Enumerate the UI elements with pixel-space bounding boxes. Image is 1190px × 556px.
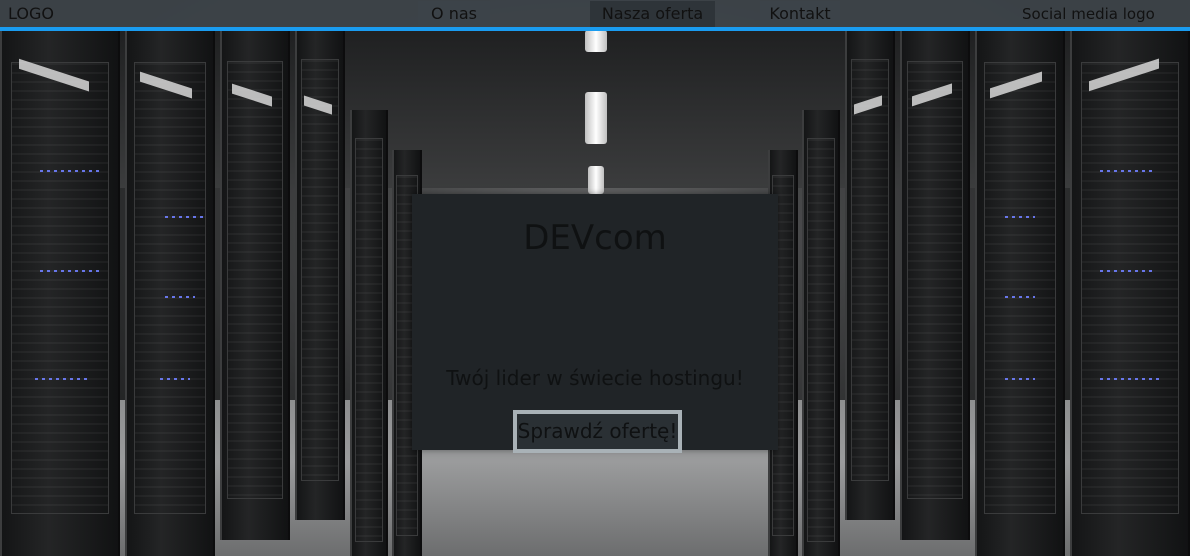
nav-item-kontakt[interactable]: Kontakt [760, 1, 840, 26]
server-led [165, 296, 195, 298]
server-rack [125, 30, 215, 556]
server-rack [802, 110, 840, 556]
server-rack [350, 110, 388, 556]
server-led [40, 170, 100, 172]
header-accent-line [0, 27, 1190, 31]
server-rack [1070, 30, 1190, 556]
server-led [1100, 378, 1160, 380]
server-rack [0, 30, 120, 556]
server-led [160, 378, 190, 380]
server-led [35, 378, 90, 380]
server-led [165, 216, 205, 218]
server-rack [295, 30, 345, 520]
server-led [1005, 216, 1035, 218]
site-header: LOGO O nas Nasza oferta Kontakt Social m… [0, 0, 1190, 31]
hero-tagline: Twój lider w świecie hostingu! [446, 366, 744, 390]
hero-title: DEVcom [523, 218, 667, 258]
ceiling-light [585, 30, 607, 52]
server-led [1005, 296, 1035, 298]
logo[interactable]: LOGO [8, 4, 54, 23]
server-led [1100, 170, 1155, 172]
ceiling-light [585, 92, 607, 144]
server-led [1100, 270, 1155, 272]
ceiling-light [588, 166, 604, 194]
server-rack [900, 30, 970, 540]
social-media-logo[interactable]: Social media logo [1022, 5, 1155, 23]
check-offer-button[interactable]: Sprawdź ofertę! [513, 410, 682, 453]
server-rack [845, 30, 895, 520]
server-led [1005, 378, 1035, 380]
server-led [40, 270, 100, 272]
server-rack [975, 30, 1065, 556]
nav-item-o-nas[interactable]: O nas [418, 1, 490, 26]
server-rack [220, 30, 290, 540]
